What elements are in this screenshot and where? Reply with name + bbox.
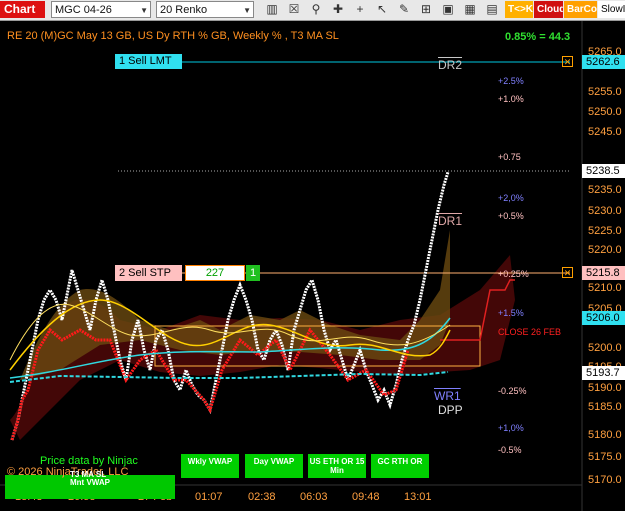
price-tick: 5250.0 [588, 106, 622, 118]
chart-panel[interactable]: RE 20 (M)GC May 13 GB, US Dy RTH % GB, W… [0, 21, 625, 511]
price-tick: 5230.0 [588, 205, 622, 217]
price-chart-svg [0, 21, 583, 511]
price-tick: 5190.0 [588, 382, 622, 394]
instrument-value: MGC 04-26 [55, 4, 112, 16]
list-icon[interactable]: ▤ [484, 1, 500, 18]
add-icon[interactable]: + [352, 1, 368, 18]
price-tick: 5175.0 [588, 451, 622, 463]
grid-icon[interactable]: ▦ [462, 1, 478, 18]
price-tick: 5170.0 [588, 474, 622, 486]
dr2-label: DR2 [438, 58, 463, 72]
chart-title: Chart [0, 1, 45, 18]
cancel-order-icon[interactable]: ✕ [562, 56, 573, 67]
template-icon[interactable]: ▣ [440, 1, 456, 18]
cloud-button[interactable]: Cloud [534, 1, 563, 18]
barcol-button[interactable]: BarCol [564, 1, 597, 18]
percent-label: -0.25% [498, 386, 527, 396]
mnt-vwap-label: Mnt VWAP [70, 478, 110, 487]
price-tag-ma: 5206.0 [582, 311, 625, 325]
price-tick: 5245.0 [588, 126, 622, 138]
properties-icon[interactable]: ⊞ [418, 1, 434, 18]
wkly-vwap-button[interactable]: Wkly VWAP [181, 454, 239, 478]
price-tick: 5220.0 [588, 244, 622, 256]
bar-chart-icon[interactable]: ▥ [264, 1, 280, 18]
price-tick: 5180.0 [588, 429, 622, 441]
percent-label: +1.0% [498, 94, 524, 104]
percent-label: +0.25% [498, 269, 529, 279]
sell-stop-order[interactable]: 2 Sell STP [115, 265, 182, 281]
gc-rth-or-button[interactable]: GC RTH OR [371, 454, 429, 478]
wr1-label: WR1 [434, 389, 461, 403]
percent-label: -0.5% [498, 445, 522, 455]
dpp-label: DPP [438, 403, 463, 417]
t3-ma-sl-label[interactable]: T3 MA SL [70, 470, 106, 479]
instrument-selector[interactable]: MGC 04-26 ▼ [51, 1, 151, 18]
sell-limit-order[interactable]: 1 Sell LMT [115, 54, 182, 69]
zoom-icon[interactable]: ⚲ [308, 1, 324, 18]
watermark-line2: © 2026 NinjaTrader, LLC [7, 466, 129, 478]
time-tick: 01:07 [195, 491, 223, 503]
us-eth-or-button[interactable]: US ETH OR 15 Min [308, 454, 366, 478]
price-tick: 5255.0 [588, 86, 622, 98]
tk-button[interactable]: T<>K [505, 1, 533, 18]
price-tick: 5185.0 [588, 401, 622, 413]
chevron-down-icon: ▼ [140, 6, 148, 15]
price-tag-dpp: 5193.7 [582, 366, 625, 380]
stop-qty[interactable]: 1 [246, 265, 260, 281]
price-tag-sell-stop: 5215.8 [582, 266, 625, 280]
percent-label: +2,0% [498, 193, 524, 203]
price-tick: 5235.0 [588, 184, 622, 196]
time-tick: 09:48 [352, 491, 380, 503]
slowin-button[interactable]: SlowIn [598, 1, 625, 18]
price-tick: 5210.0 [588, 282, 622, 294]
stop-ticks-field[interactable]: 227 [185, 265, 245, 281]
chevron-down-icon: ▼ [243, 6, 251, 15]
time-tick: 02:38 [248, 491, 276, 503]
time-tick: 06:03 [300, 491, 328, 503]
percent-label: +2.5% [498, 76, 524, 86]
price-tick: 5200.0 [588, 342, 622, 354]
price-tick: 5225.0 [588, 225, 622, 237]
percent-label: +0.5% [498, 211, 524, 221]
period-value: 20 Renko [160, 4, 208, 16]
crosshair-icon[interactable]: ✚ [330, 1, 346, 18]
settings-icon[interactable]: ☒ [286, 1, 302, 18]
price-tag-sell-limit: 5262.6 [582, 55, 625, 69]
percent-label: +1,0% [498, 423, 524, 433]
chart-toolbar: Chart MGC 04-26 ▼ 20 Renko ▼ ▥ ☒ ⚲ ✚ + ↖… [0, 0, 625, 21]
indicator-label: RE 20 (M)GC May 13 GB, US Dy RTH % GB, W… [7, 30, 339, 42]
cursor-icon[interactable]: ↖ [374, 1, 390, 18]
percent-label: +0.75 [498, 152, 521, 162]
draw-icon[interactable]: ✎ [396, 1, 412, 18]
period-selector[interactable]: 20 Renko ▼ [156, 1, 254, 18]
day-vwap-button[interactable]: Day VWAP [245, 454, 303, 478]
close-label: CLOSE 26 FEB [498, 327, 562, 337]
cancel-order-icon[interactable]: ✕ [562, 267, 573, 278]
dr1-label: DR1 [438, 214, 463, 228]
percent-label: +1.5% [498, 308, 524, 318]
price-tag-last: 5238.5 [582, 164, 625, 178]
time-tick: 13:01 [404, 491, 432, 503]
change-label: 0.85% = 44.3 [505, 31, 571, 43]
